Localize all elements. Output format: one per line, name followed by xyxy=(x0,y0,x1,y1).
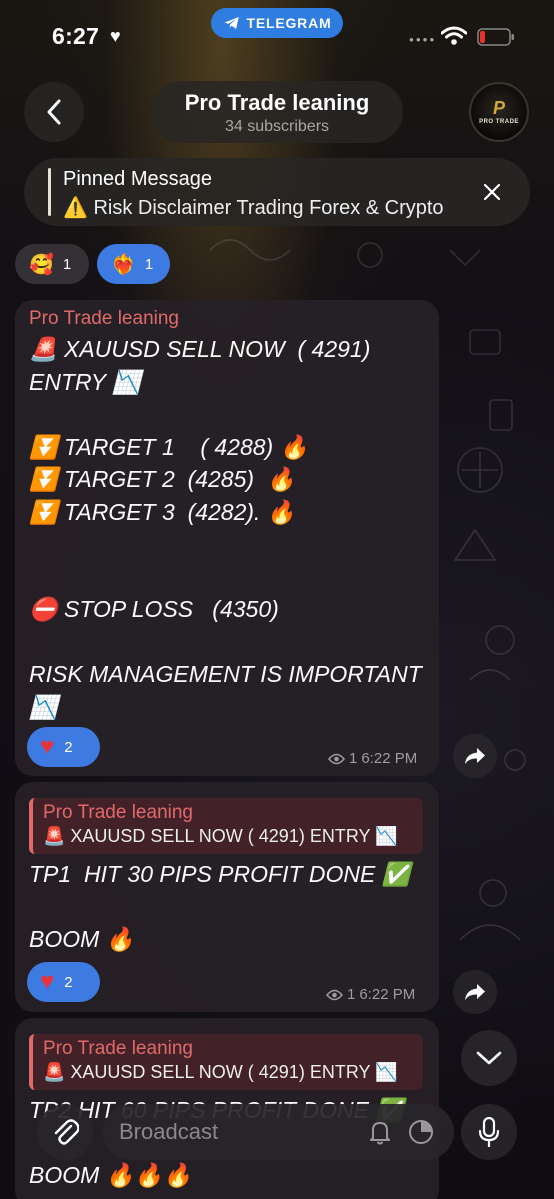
microphone-icon xyxy=(478,1117,500,1147)
status-bar: 6:27 ♥ TELEGRAM ●●●● xyxy=(0,0,554,70)
message-text: 🚨 XAUUSD SELL NOW ( 4291) ENTRY 📉 ⏬ TARG… xyxy=(29,336,422,720)
message-meta: 1 6:22 PM xyxy=(328,750,417,767)
quote-text: 🚨 XAUUSD SELL NOW ( 4291) ENTRY 📉 xyxy=(43,826,398,846)
pinned-indicator xyxy=(48,168,51,216)
reaction-pill[interactable]: ♥ 2 xyxy=(27,727,100,767)
view-count: 1 xyxy=(347,986,356,1003)
chevron-down-icon xyxy=(476,1051,502,1065)
bell-icon[interactable] xyxy=(366,1118,394,1146)
message-meta: 1 6:22 PM xyxy=(326,986,415,1003)
heart-on-fire-icon: ❤️‍🔥 xyxy=(111,253,136,276)
reaction-count: 2 xyxy=(64,738,73,756)
forward-button[interactable] xyxy=(453,734,497,778)
quote-sender: Pro Trade leaning xyxy=(43,1038,193,1059)
timer-icon[interactable] xyxy=(407,1118,435,1146)
message-time: 6:22 PM xyxy=(361,750,418,767)
reaction-pill[interactable]: 🥰 1 xyxy=(15,244,89,284)
attach-button[interactable] xyxy=(37,1104,93,1160)
quote-box: Pro Trade leaning 🚨 XAUUSD SELL NOW ( 42… xyxy=(29,798,423,854)
quote-sender: Pro Trade leaning xyxy=(43,802,193,823)
forward-button[interactable] xyxy=(453,970,497,1014)
subscriber-count: 34 subscribers xyxy=(224,118,330,135)
share-arrow-icon xyxy=(465,984,485,1000)
channel-avatar[interactable]: P PRO TRADE xyxy=(469,82,529,142)
reaction-count: 1 xyxy=(144,255,154,273)
reply-quote[interactable]: Pro Trade leaning 🚨 XAUUSD SELL NOW ( 42… xyxy=(29,1030,423,1090)
reaction-pill[interactable]: ♥ 2 xyxy=(27,962,100,1002)
view-count: 1 xyxy=(349,750,358,767)
paperclip-icon xyxy=(54,1119,79,1145)
avatar-logo: P xyxy=(492,98,505,118)
telegram-badge[interactable]: TELEGRAM xyxy=(211,8,343,38)
heart-icon: ♥ xyxy=(40,733,55,760)
reaction-count: 1 xyxy=(62,255,72,273)
channel-header[interactable]: Pro Trade leaning 34 subscribers xyxy=(151,81,403,143)
message-text: TP1 HIT 30 PIPS PROFIT DONE ✅ BOOM 🔥 xyxy=(29,861,411,952)
scroll-down-button[interactable] xyxy=(461,1030,517,1086)
close-icon[interactable] xyxy=(480,180,504,204)
eye-icon xyxy=(328,753,345,764)
voice-record-button[interactable] xyxy=(461,1104,517,1160)
focus-heart-icon: ♥ xyxy=(110,26,121,46)
heart-icon: ♥ xyxy=(40,968,55,995)
share-arrow-icon xyxy=(465,748,485,764)
message-time: 6:22 PM xyxy=(359,986,416,1003)
battery-icon xyxy=(477,28,514,46)
cellular-signal-icon: ●●●● xyxy=(409,35,437,44)
channel-title: Pro Trade leaning xyxy=(184,90,370,115)
pinned-title: Pinned Message xyxy=(63,168,212,190)
message-input-bar[interactable] xyxy=(103,1104,454,1160)
broadcast-input[interactable] xyxy=(119,1104,359,1160)
back-button[interactable] xyxy=(24,82,84,142)
pinned-text: ⚠️ Risk Disclaimer Trading Forex & Crypt… xyxy=(63,197,444,219)
reply-quote[interactable]: Pro Trade leaning 🚨 XAUUSD SELL NOW ( 42… xyxy=(29,794,423,854)
message-bubble[interactable]: Pro Trade leaning 🚨 XAUUSD SELL NOW ( 42… xyxy=(15,300,439,776)
smiling-hearts-icon: 🥰 xyxy=(29,253,54,276)
reaction-count: 2 xyxy=(64,973,73,991)
quote-box: Pro Trade leaning 🚨 XAUUSD SELL NOW ( 42… xyxy=(29,1034,423,1090)
reaction-pill[interactable]: ❤️‍🔥 1 xyxy=(97,244,170,284)
telegram-badge-label: TELEGRAM xyxy=(246,15,332,31)
message-sender: Pro Trade leaning xyxy=(29,308,179,329)
message-bubble[interactable]: Pro Trade leaning 🚨 XAUUSD SELL NOW ( 42… xyxy=(15,782,439,1012)
wifi-icon xyxy=(441,26,467,45)
eye-icon xyxy=(326,989,343,1000)
chevron-left-icon xyxy=(47,99,61,125)
status-time: 6:27 xyxy=(52,23,100,49)
avatar-logo-text: PRO TRADE xyxy=(479,119,519,125)
telegram-plane-icon xyxy=(224,17,239,29)
pinned-message-bar[interactable]: Pinned Message ⚠️ Risk Disclaimer Tradin… xyxy=(24,158,530,226)
quote-text: 🚨 XAUUSD SELL NOW ( 4291) ENTRY 📉 xyxy=(43,1062,398,1082)
